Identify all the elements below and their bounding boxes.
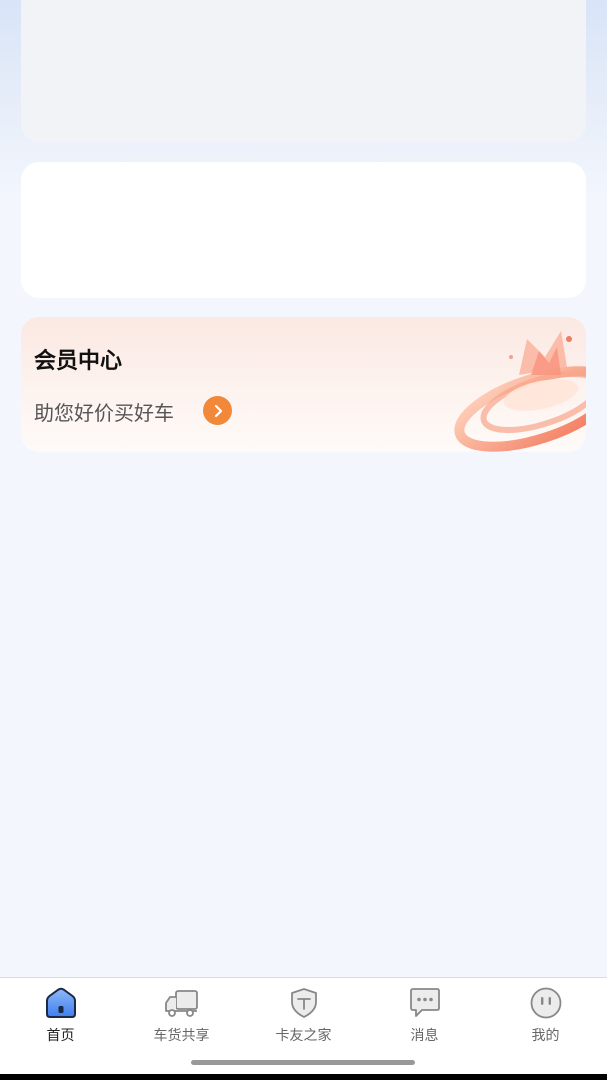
member-crown-illustration — [454, 331, 586, 452]
tab-profile[interactable]: 我的 — [485, 978, 606, 1058]
tab-cargo-share[interactable]: 车货共享 — [121, 978, 242, 1058]
truck-icon — [164, 986, 200, 1020]
tab-label: 消息 — [410, 1028, 439, 1044]
home-indicator[interactable] — [191, 1060, 415, 1065]
member-center-card[interactable]: 会员中心 助您好价买好车 — [21, 317, 586, 452]
shield-icon — [286, 986, 322, 1020]
tab-label: 首页 — [46, 1028, 75, 1044]
tab-driver-community[interactable]: 卡友之家 — [243, 978, 364, 1058]
tab-label: 卡友之家 — [275, 1028, 332, 1044]
member-center-subtitle: 助您好价买好车 — [34, 401, 174, 425]
screen-bottom-edge — [0, 1074, 607, 1080]
home-icon — [43, 986, 79, 1020]
top-card — [21, 0, 586, 142]
tab-label: 车货共享 — [153, 1028, 210, 1044]
profile-icon — [528, 986, 564, 1020]
chevron-right-icon[interactable] — [203, 396, 232, 425]
tab-messages[interactable]: 消息 — [364, 978, 485, 1058]
blank-card — [21, 162, 586, 298]
member-center-title: 会员中心 — [34, 349, 123, 374]
tab-home[interactable]: 首页 — [0, 978, 121, 1058]
message-icon — [407, 986, 443, 1020]
tab-label: 我的 — [531, 1028, 560, 1044]
